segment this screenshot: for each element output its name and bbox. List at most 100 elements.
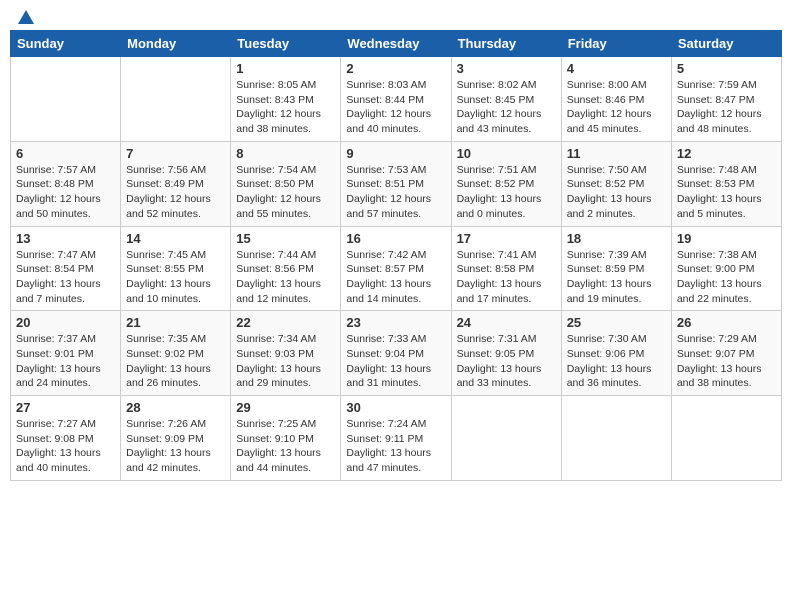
- day-number: 25: [567, 315, 666, 330]
- calendar-cell: 7 Sunrise: 7:56 AM Sunset: 8:49 PM Daylig…: [121, 141, 231, 226]
- calendar-cell: 16 Sunrise: 7:42 AM Sunset: 8:57 PM Dayli…: [341, 226, 451, 311]
- page-header: [10, 10, 782, 24]
- weekday-header: Wednesday: [341, 31, 451, 57]
- calendar-week-row: 20 Sunrise: 7:37 AM Sunset: 9:01 PM Dayli…: [11, 311, 782, 396]
- calendar-cell: 6 Sunrise: 7:57 AM Sunset: 8:48 PM Daylig…: [11, 141, 121, 226]
- calendar-cell: 4Sunrise: 8:00 AM Sunset: 8:46 PM Daylig…: [561, 57, 671, 142]
- day-number: 9: [346, 146, 445, 161]
- calendar-cell: [671, 396, 781, 481]
- calendar-cell: 30Sunrise: 7:24 AM Sunset: 9:11 PM Dayli…: [341, 396, 451, 481]
- day-number: 19: [677, 231, 776, 246]
- calendar-cell: 10Sunrise: 7:51 AM Sunset: 8:52 PM Dayli…: [451, 141, 561, 226]
- day-info: Sunrise: 8:05 AM Sunset: 8:43 PM Dayligh…: [236, 78, 335, 137]
- weekday-header: Saturday: [671, 31, 781, 57]
- weekday-header-row: SundayMondayTuesdayWednesdayThursdayFrid…: [11, 31, 782, 57]
- calendar-cell: 25 Sunrise: 7:30 AM Sunset: 9:06 PM Dayli…: [561, 311, 671, 396]
- day-number: 8: [236, 146, 335, 161]
- day-info: Sunrise: 7:53 AM Sunset: 8:51 PM Dayligh…: [346, 163, 445, 222]
- day-info: Sunrise: 7:45 AM Sunset: 8:55 PM Dayligh…: [126, 248, 225, 307]
- day-info: Sunrise: 7:35 AM Sunset: 9:02 PM Dayligh…: [126, 332, 225, 391]
- day-number: 21: [126, 315, 225, 330]
- calendar-cell: [11, 57, 121, 142]
- calendar-cell: 14 Sunrise: 7:45 AM Sunset: 8:55 PM Dayli…: [121, 226, 231, 311]
- calendar-cell: 9 Sunrise: 7:53 AM Sunset: 8:51 PM Daylig…: [341, 141, 451, 226]
- day-number: 6: [16, 146, 115, 161]
- day-number: 27: [16, 400, 115, 415]
- day-info: Sunrise: 7:44 AM Sunset: 8:56 PM Dayligh…: [236, 248, 335, 307]
- calendar-cell: 13 Sunrise: 7:47 AM Sunset: 8:54 PM Dayli…: [11, 226, 121, 311]
- day-number: 2: [346, 61, 445, 76]
- calendar-cell: [561, 396, 671, 481]
- weekday-header: Thursday: [451, 31, 561, 57]
- day-info: Sunrise: 7:31 AM Sunset: 9:05 PM Dayligh…: [457, 332, 556, 391]
- day-number: 1: [236, 61, 335, 76]
- calendar-cell: 20 Sunrise: 7:37 AM Sunset: 9:01 PM Dayli…: [11, 311, 121, 396]
- calendar-cell: 8Sunrise: 7:54 AM Sunset: 8:50 PM Daylig…: [231, 141, 341, 226]
- day-info: Sunrise: 7:29 AM Sunset: 9:07 PM Dayligh…: [677, 332, 776, 391]
- day-info: Sunrise: 7:57 AM Sunset: 8:48 PM Dayligh…: [16, 163, 115, 222]
- day-info: Sunrise: 7:59 AM Sunset: 8:47 PM Dayligh…: [677, 78, 776, 137]
- day-number: 5: [677, 61, 776, 76]
- weekday-header: Monday: [121, 31, 231, 57]
- logo-triangle-icon: [18, 10, 34, 24]
- day-info: Sunrise: 7:50 AM Sunset: 8:52 PM Dayligh…: [567, 163, 666, 222]
- logo: [14, 10, 34, 24]
- calendar-cell: 21 Sunrise: 7:35 AM Sunset: 9:02 PM Dayli…: [121, 311, 231, 396]
- calendar-cell: [121, 57, 231, 142]
- day-number: 15: [236, 231, 335, 246]
- day-number: 24: [457, 315, 556, 330]
- weekday-header: Sunday: [11, 31, 121, 57]
- day-info: Sunrise: 7:30 AM Sunset: 9:06 PM Dayligh…: [567, 332, 666, 391]
- calendar-cell: 24 Sunrise: 7:31 AM Sunset: 9:05 PM Dayli…: [451, 311, 561, 396]
- day-info: Sunrise: 7:41 AM Sunset: 8:58 PM Dayligh…: [457, 248, 556, 307]
- calendar-cell: 1 Sunrise: 8:05 AM Sunset: 8:43 PM Daylig…: [231, 57, 341, 142]
- calendar-cell: 11 Sunrise: 7:50 AM Sunset: 8:52 PM Dayli…: [561, 141, 671, 226]
- day-number: 20: [16, 315, 115, 330]
- logo-blue-text: [14, 10, 34, 24]
- calendar-cell: 28Sunrise: 7:26 AM Sunset: 9:09 PM Dayli…: [121, 396, 231, 481]
- calendar-cell: [451, 396, 561, 481]
- calendar-cell: 2 Sunrise: 8:03 AM Sunset: 8:44 PM Daylig…: [341, 57, 451, 142]
- day-number: 26: [677, 315, 776, 330]
- day-info: Sunrise: 7:37 AM Sunset: 9:01 PM Dayligh…: [16, 332, 115, 391]
- calendar-cell: 19Sunrise: 7:38 AM Sunset: 9:00 PM Dayli…: [671, 226, 781, 311]
- day-info: Sunrise: 8:00 AM Sunset: 8:46 PM Dayligh…: [567, 78, 666, 137]
- day-number: 3: [457, 61, 556, 76]
- day-info: Sunrise: 7:56 AM Sunset: 8:49 PM Dayligh…: [126, 163, 225, 222]
- calendar-cell: 23 Sunrise: 7:33 AM Sunset: 9:04 PM Dayli…: [341, 311, 451, 396]
- day-number: 17: [457, 231, 556, 246]
- day-number: 14: [126, 231, 225, 246]
- weekday-header: Tuesday: [231, 31, 341, 57]
- day-number: 16: [346, 231, 445, 246]
- day-number: 7: [126, 146, 225, 161]
- calendar-cell: 27 Sunrise: 7:27 AM Sunset: 9:08 PM Dayli…: [11, 396, 121, 481]
- calendar-cell: 29Sunrise: 7:25 AM Sunset: 9:10 PM Dayli…: [231, 396, 341, 481]
- calendar-cell: 15 Sunrise: 7:44 AM Sunset: 8:56 PM Dayli…: [231, 226, 341, 311]
- day-info: Sunrise: 7:27 AM Sunset: 9:08 PM Dayligh…: [16, 417, 115, 476]
- day-info: Sunrise: 7:34 AM Sunset: 9:03 PM Dayligh…: [236, 332, 335, 391]
- calendar-week-row: 13 Sunrise: 7:47 AM Sunset: 8:54 PM Dayli…: [11, 226, 782, 311]
- day-number: 13: [16, 231, 115, 246]
- calendar-week-row: 1 Sunrise: 8:05 AM Sunset: 8:43 PM Daylig…: [11, 57, 782, 142]
- calendar-cell: 26 Sunrise: 7:29 AM Sunset: 9:07 PM Dayli…: [671, 311, 781, 396]
- day-number: 11: [567, 146, 666, 161]
- day-number: 23: [346, 315, 445, 330]
- day-info: Sunrise: 8:02 AM Sunset: 8:45 PM Dayligh…: [457, 78, 556, 137]
- calendar-cell: 17 Sunrise: 7:41 AM Sunset: 8:58 PM Dayli…: [451, 226, 561, 311]
- day-info: Sunrise: 7:24 AM Sunset: 9:11 PM Dayligh…: [346, 417, 445, 476]
- day-info: Sunrise: 7:39 AM Sunset: 8:59 PM Dayligh…: [567, 248, 666, 307]
- day-number: 29: [236, 400, 335, 415]
- day-number: 12: [677, 146, 776, 161]
- day-info: Sunrise: 7:42 AM Sunset: 8:57 PM Dayligh…: [346, 248, 445, 307]
- day-info: Sunrise: 7:33 AM Sunset: 9:04 PM Dayligh…: [346, 332, 445, 391]
- day-number: 28: [126, 400, 225, 415]
- calendar-week-row: 27 Sunrise: 7:27 AM Sunset: 9:08 PM Dayli…: [11, 396, 782, 481]
- calendar-cell: 3 Sunrise: 8:02 AM Sunset: 8:45 PM Daylig…: [451, 57, 561, 142]
- day-info: Sunrise: 7:47 AM Sunset: 8:54 PM Dayligh…: [16, 248, 115, 307]
- day-number: 22: [236, 315, 335, 330]
- calendar-cell: 22 Sunrise: 7:34 AM Sunset: 9:03 PM Dayli…: [231, 311, 341, 396]
- calendar-week-row: 6 Sunrise: 7:57 AM Sunset: 8:48 PM Daylig…: [11, 141, 782, 226]
- calendar-cell: 12Sunrise: 7:48 AM Sunset: 8:53 PM Dayli…: [671, 141, 781, 226]
- day-number: 10: [457, 146, 556, 161]
- day-info: Sunrise: 8:03 AM Sunset: 8:44 PM Dayligh…: [346, 78, 445, 137]
